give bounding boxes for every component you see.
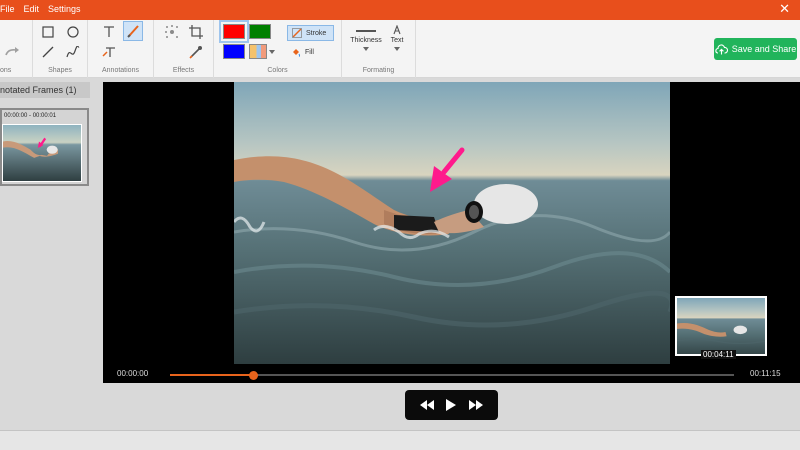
rectangle-icon [42, 26, 54, 38]
red-swatch[interactable] [219, 20, 249, 43]
thickness-icon [356, 30, 376, 32]
menu-settings[interactable]: Settings [48, 4, 81, 14]
video-player: 00:04:11 [103, 82, 800, 366]
freehand-tool[interactable] [63, 42, 83, 62]
ellipse-icon [67, 26, 79, 38]
group-label-actions: ons [0, 67, 12, 74]
color-dropdown[interactable] [267, 42, 277, 62]
group-label-formatting: Formating [362, 67, 395, 74]
group-formatting: Thickness Text Formating [342, 20, 416, 78]
thickness-label: Thickness [350, 37, 382, 44]
text-style-tool[interactable] [99, 42, 119, 62]
blue-swatch[interactable] [223, 44, 245, 59]
group-shapes: Shapes [33, 20, 88, 78]
timeline-preview-thumbnail [675, 296, 767, 356]
save-and-share-button[interactable]: Save and Share [714, 38, 797, 60]
eyedropper-icon [189, 46, 202, 59]
fill-icon [293, 49, 300, 57]
seek-progress [170, 374, 253, 376]
rewind-icon [420, 400, 435, 410]
stroke-label: Stroke [306, 29, 327, 37]
redo-icon [5, 47, 19, 56]
panel-header: notated Frames (1) [0, 82, 90, 98]
title-bar: File Edit Settings ✕ [0, 0, 800, 20]
group-effects: Effects [154, 20, 214, 78]
text-format-control[interactable]: Text [386, 25, 408, 51]
fill-toggle[interactable]: Fill [287, 44, 318, 60]
menu-file[interactable]: File [0, 4, 15, 14]
ellipse-tool[interactable] [63, 22, 83, 42]
annotated-frame-card[interactable]: 00:00:00 - 00:00:01 [0, 108, 89, 186]
preview-timestamp: 00:04:11 [701, 350, 736, 359]
menu-edit[interactable]: Edit [24, 4, 40, 14]
group-label-shapes: Shapes [48, 67, 72, 74]
redo-button[interactable] [3, 42, 23, 62]
green-swatch[interactable] [249, 24, 271, 39]
current-time: 00:00:00 [117, 369, 149, 378]
brush-tool[interactable] [123, 21, 143, 41]
total-time: 00:11:15 [750, 369, 781, 378]
fast-forward-icon [468, 400, 483, 410]
text-format-icon [393, 25, 401, 35]
rewind-button[interactable] [417, 395, 437, 415]
menu-bar: File Edit Settings [0, 4, 90, 14]
line-icon [42, 46, 54, 58]
close-button[interactable]: ✕ [779, 2, 790, 16]
chevron-down-icon [363, 47, 369, 51]
save-and-share-label: Save and Share [731, 44, 797, 54]
stroke-toggle[interactable]: Stroke [287, 25, 334, 41]
text-tool[interactable] [99, 22, 119, 42]
stroke-icon [292, 28, 302, 38]
timeline-bar: 00:00:00 00:11:15 [103, 366, 800, 383]
cloud-upload-icon [715, 43, 728, 54]
seek-handle[interactable] [248, 371, 258, 380]
chevron-down-icon [269, 50, 275, 54]
text-tool-icon [104, 26, 114, 37]
blur-tool[interactable] [162, 22, 182, 42]
text-style-icon [102, 47, 115, 57]
ribbon-toolbar: ons Shapes Annotations Effects Stroke Fi… [0, 20, 800, 78]
playback-controls [405, 390, 498, 420]
rectangle-tool[interactable] [38, 22, 58, 42]
frame-time-range: 00:00:00 - 00:00:01 [4, 113, 57, 119]
blur-icon [165, 25, 178, 38]
seek-track[interactable] [170, 371, 734, 380]
brush-icon [127, 25, 139, 38]
text-label: Text [390, 37, 404, 44]
frame-thumbnail [2, 124, 82, 182]
play-button[interactable] [441, 395, 461, 415]
chevron-down-icon [394, 47, 400, 51]
group-actions: ons [0, 20, 33, 78]
fill-label: Fill [305, 48, 314, 56]
group-colors: Stroke Fill Colors [214, 20, 342, 78]
line-tool[interactable] [38, 42, 58, 62]
freehand-icon [66, 46, 80, 58]
status-bar [0, 431, 800, 450]
crop-icon [189, 25, 203, 39]
group-annotations: Annotations [88, 20, 154, 78]
video-frame[interactable] [234, 82, 670, 364]
fast-forward-button[interactable] [466, 395, 486, 415]
color-picker-swatch[interactable] [249, 44, 267, 59]
annotated-frames-panel: notated Frames (1) 00:00:00 - 00:00:01 [0, 82, 90, 430]
group-label-annotations: Annotations [102, 67, 139, 74]
thickness-control[interactable]: Thickness [348, 28, 384, 51]
crop-tool[interactable] [186, 22, 206, 42]
group-label-effects: Effects [172, 67, 195, 74]
eyedropper-tool[interactable] [186, 42, 206, 62]
group-label-colors: Colors [267, 67, 288, 74]
play-icon [446, 399, 457, 411]
